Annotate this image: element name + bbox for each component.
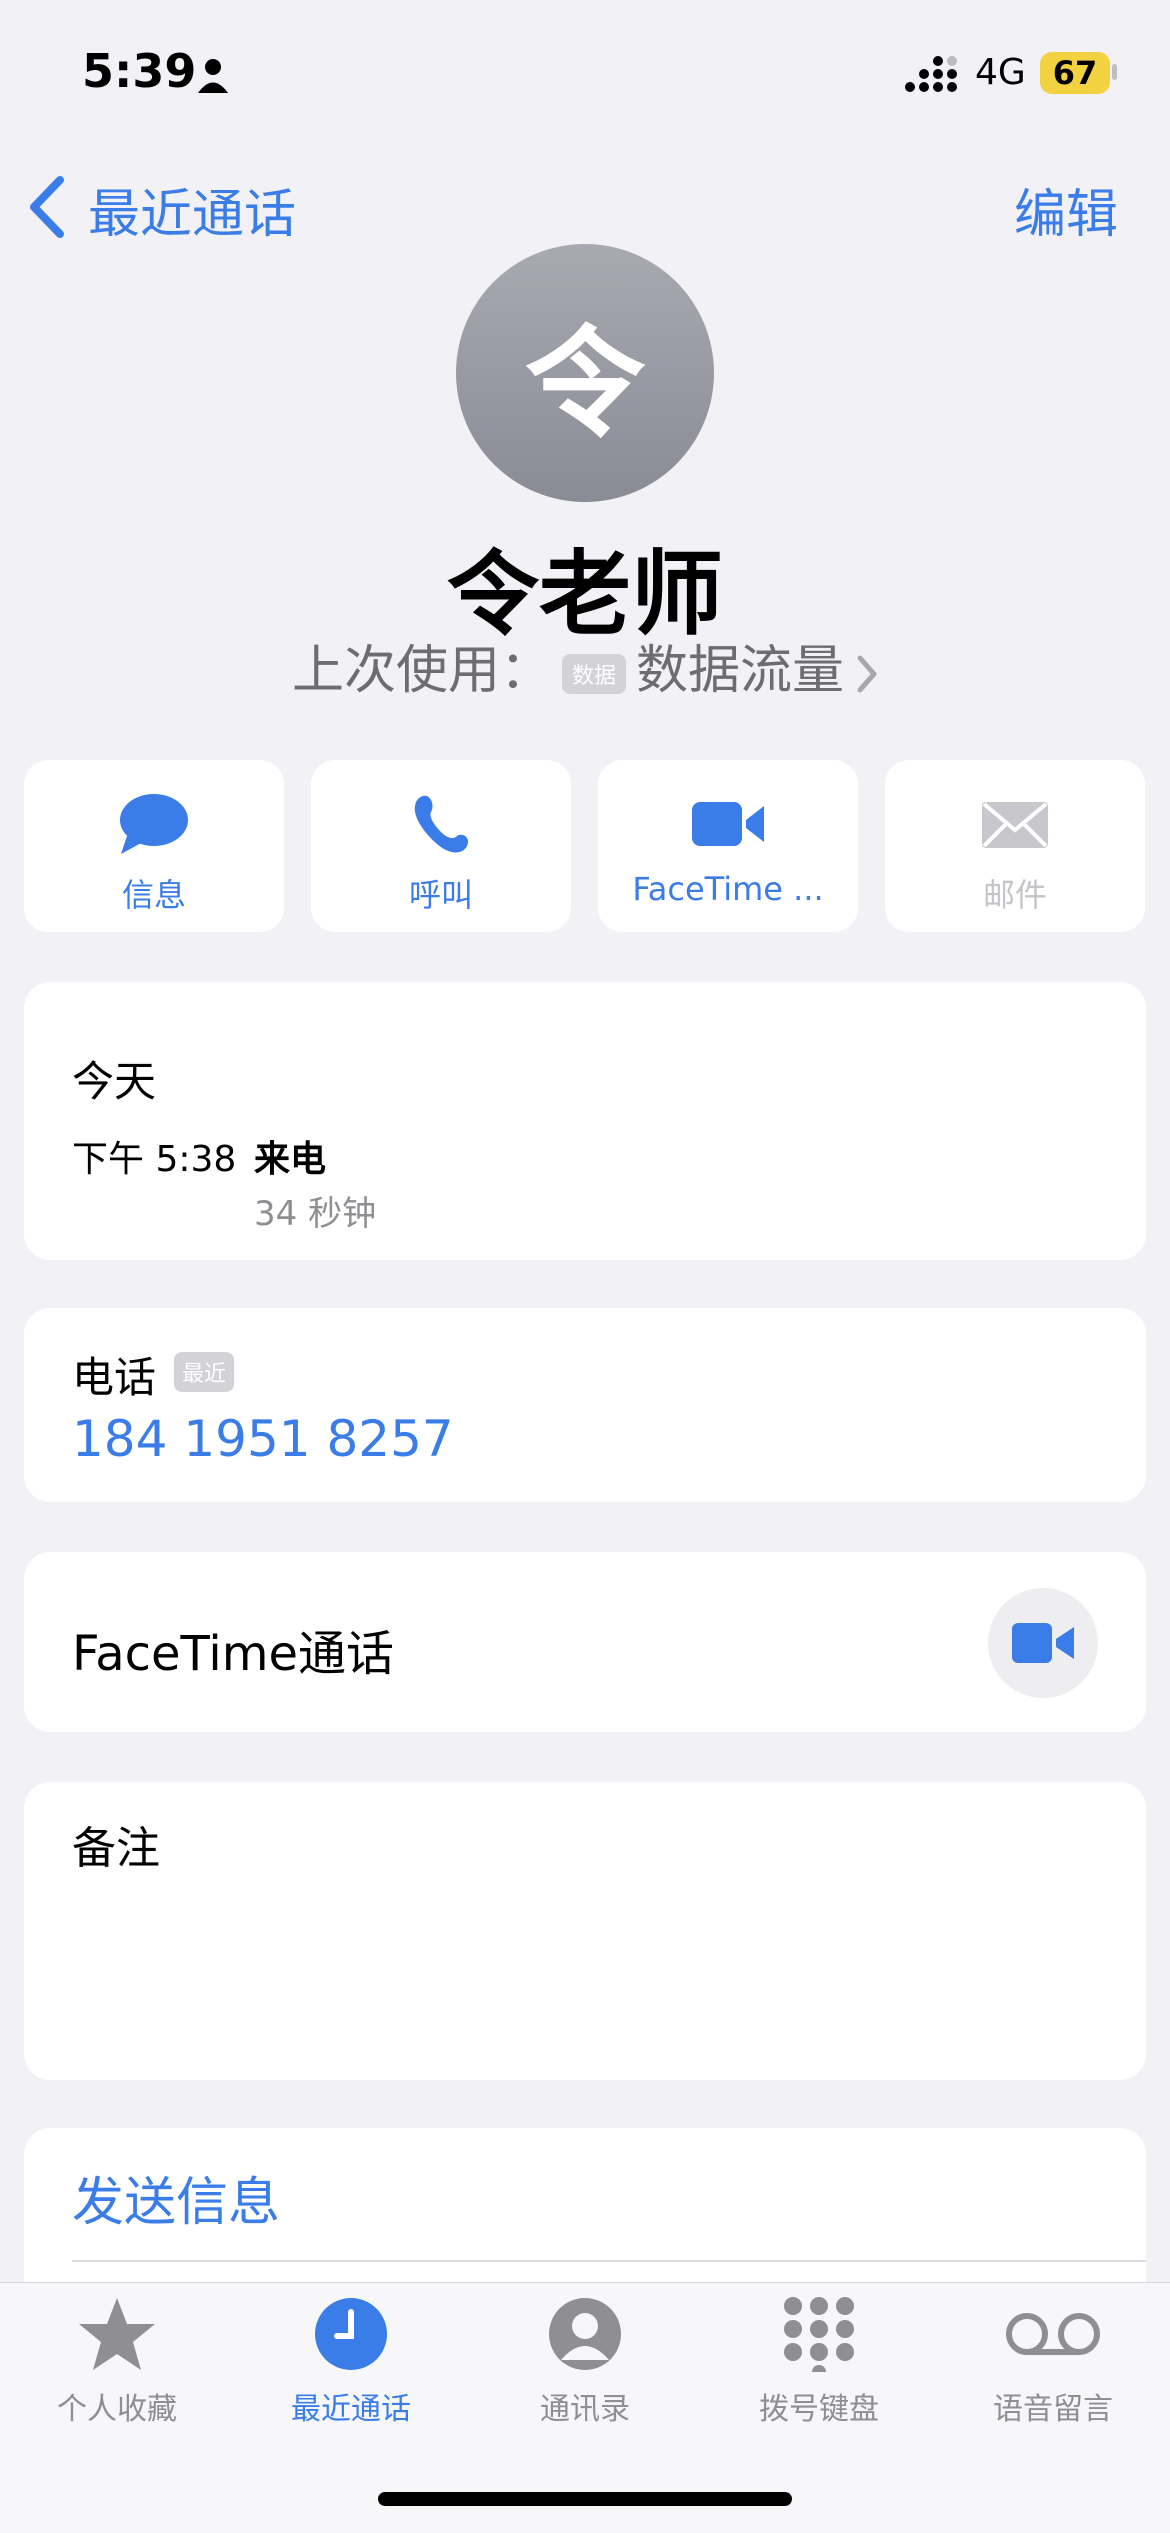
tab-recents-label: 最近通话 <box>291 2392 411 2427</box>
send-message-link[interactable]: 发送信息 <box>72 2160 280 2235</box>
message-action-button[interactable]: 信息 <box>24 760 284 932</box>
edit-button[interactable]: 编辑 <box>1014 172 1118 247</box>
facetime-action-button[interactable]: FaceTime ... <box>598 760 858 932</box>
facetime-video-button[interactable] <box>988 1588 1098 1698</box>
divider <box>72 2260 1146 2262</box>
tab-recents[interactable]: 最近通话 <box>234 2296 468 2428</box>
tab-favorites[interactable]: 个人收藏 <box>0 2296 234 2428</box>
tab-keypad[interactable]: 拨号键盘 <box>702 2296 936 2428</box>
call-history-card <box>24 982 1146 1260</box>
clock-icon <box>315 2298 387 2370</box>
mail-action-button: 邮件 <box>885 760 1145 932</box>
mail-icon <box>982 802 1048 848</box>
facetime-action-label: FaceTime ... <box>632 870 824 908</box>
home-indicator[interactable] <box>378 2492 792 2506</box>
last-used-prefix: 上次使用： <box>291 641 552 701</box>
signal-icon <box>905 56 957 92</box>
recent-badge: 最近 <box>174 1352 235 1392</box>
phone-label: 电话 <box>72 1353 157 1402</box>
video-camera-icon <box>692 802 764 846</box>
notes-card[interactable] <box>24 1782 1146 2080</box>
call-type: 来电 <box>254 1139 327 1180</box>
phone-card[interactable] <box>24 1308 1146 1502</box>
tab-keypad-label: 拨号键盘 <box>759 2392 879 2427</box>
person-icon <box>198 59 228 93</box>
tab-contacts-label: 通讯录 <box>540 2392 630 2427</box>
network-type: 4G <box>975 52 1026 93</box>
message-action-label: 信息 <box>121 876 186 914</box>
avatar: 令 <box>456 244 714 502</box>
avatar-initial: 令 <box>525 315 645 454</box>
tab-favorites-label: 个人收藏 <box>57 2392 177 2427</box>
mail-action-label: 邮件 <box>982 876 1047 914</box>
call-duration: 34 秒钟 <box>254 1194 377 1234</box>
call-action-button[interactable]: 呼叫 <box>311 760 571 932</box>
call-time: 下午 5:38 <box>72 1139 237 1180</box>
history-date: 今天 <box>72 1057 157 1106</box>
battery-indicator: 67 <box>1040 52 1110 94</box>
keypad-icon <box>784 2297 854 2379</box>
battery-tip <box>1112 64 1117 80</box>
status-time: 5:39 <box>82 44 197 98</box>
back-chevron-icon[interactable] <box>26 176 66 238</box>
voicemail-icon <box>1006 2313 1100 2355</box>
tab-voicemail[interactable]: 语音留言 <box>936 2296 1170 2428</box>
person-circle-icon <box>549 2298 621 2370</box>
facetime-label: FaceTime通话 <box>72 1626 395 1682</box>
video-camera-icon <box>1012 1623 1074 1663</box>
tab-contacts[interactable]: 通讯录 <box>468 2296 702 2428</box>
last-used-value: 数据流量 <box>636 641 845 701</box>
call-action-label: 呼叫 <box>408 876 473 914</box>
star-icon <box>79 2298 155 2370</box>
notes-label: 备注 <box>72 1823 160 1874</box>
last-used-row[interactable]: 上次使用： 数据 数据流量 <box>0 628 1170 703</box>
back-button[interactable]: 最近通话 <box>88 172 296 247</box>
tab-voicemail-label: 语音留言 <box>993 2392 1113 2427</box>
message-bubble-icon <box>120 794 188 854</box>
last-used-tag: 数据 <box>561 654 626 694</box>
phone-number-link[interactable]: 184 1951 8257 <box>72 1410 454 1468</box>
phone-icon <box>414 795 469 853</box>
chevron-right-icon <box>857 655 877 693</box>
